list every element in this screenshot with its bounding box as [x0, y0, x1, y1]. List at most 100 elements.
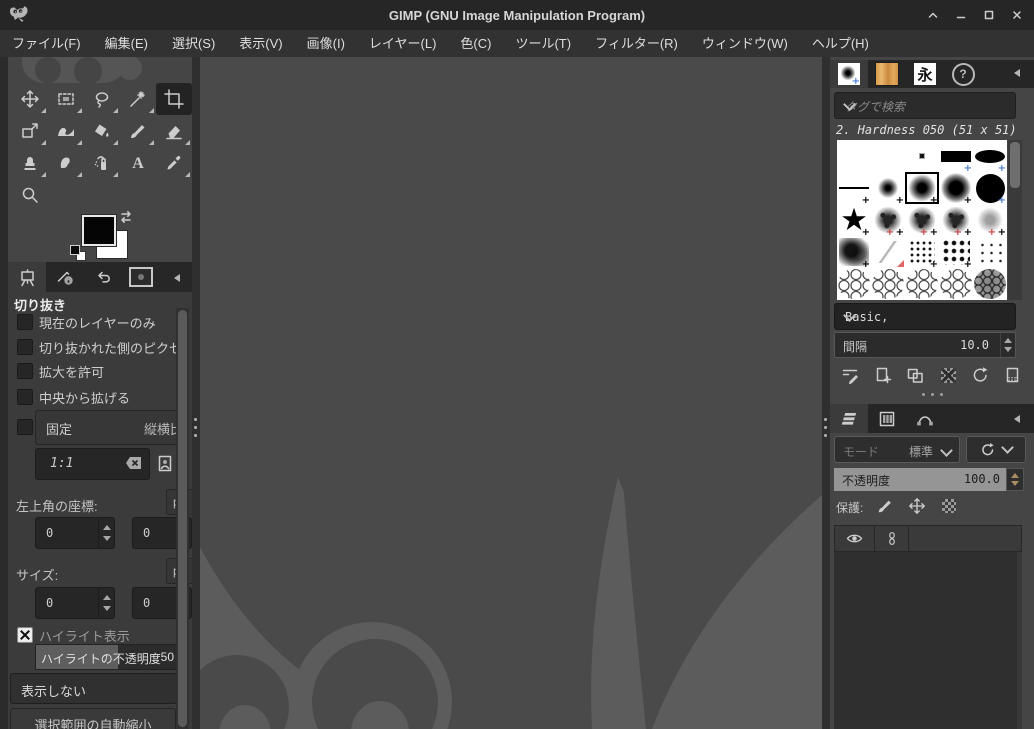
menu-colors[interactable]: 色(C): [448, 30, 503, 57]
option-allow-growing[interactable]: 拡大を許可: [8, 361, 192, 381]
brush-cell[interactable]: [871, 236, 905, 268]
brush-cell[interactable]: +: [871, 172, 905, 206]
brush-cell[interactable]: + +: [871, 204, 905, 238]
lock-alpha-icon[interactable]: [942, 499, 956, 513]
tab-document-history[interactable]: ?: [944, 60, 982, 88]
menu-windows[interactable]: ウィンドウ(W): [690, 30, 800, 57]
option-highlight[interactable]: ハイライト表示: [8, 625, 192, 645]
brush-cell[interactable]: +: [939, 140, 973, 174]
brush-cell[interactable]: [871, 140, 905, 172]
tool-text[interactable]: A: [120, 147, 156, 179]
fixed-aspect-dropdown[interactable]: 固定 縦横比: [35, 410, 179, 445]
tool-smudge[interactable]: [48, 147, 84, 179]
position-x-spinbox[interactable]: 0: [35, 517, 115, 549]
foreground-color-swatch[interactable]: [81, 214, 117, 247]
menu-tools[interactable]: ツール(T): [503, 30, 583, 57]
menu-file[interactable]: ファイル(F): [0, 30, 93, 57]
tool-unified-transform[interactable]: [12, 115, 48, 147]
brush-cell[interactable]: +: [905, 236, 939, 270]
tool-paintbrush[interactable]: [120, 115, 156, 147]
lock-pixels-icon[interactable]: [876, 497, 894, 515]
tool-rectangle-select[interactable]: [48, 83, 84, 115]
tool-eraser[interactable]: [156, 115, 192, 147]
option-expand-from-center[interactable]: 中央から拡げる: [8, 387, 192, 407]
option-current-layer-only[interactable]: 現在のレイヤーのみ: [8, 312, 192, 332]
brush-cell[interactable]: +: [939, 236, 973, 270]
shade-window-icon[interactable]: [926, 8, 940, 22]
layer-opacity-slider[interactable]: 不透明度 100.0: [834, 468, 1006, 491]
brush-cell[interactable]: + +: [939, 204, 973, 238]
tab-layers[interactable]: [830, 404, 868, 433]
tool-bucket-fill[interactable]: [84, 115, 120, 147]
brush-cell[interactable]: +: [837, 236, 871, 270]
refresh-brushes-icon[interactable]: [969, 363, 993, 387]
layers-dock-collapse-icon[interactable]: [1008, 411, 1026, 426]
tab-channels[interactable]: [868, 404, 906, 433]
edit-brush-icon[interactable]: [839, 363, 863, 387]
spinner-arrows[interactable]: [98, 588, 114, 618]
tab-image-thumbnail[interactable]: [122, 262, 160, 292]
tab-fonts[interactable]: 永: [906, 60, 944, 88]
size-width-spinbox[interactable]: 0: [35, 587, 115, 619]
tab-paths[interactable]: [906, 404, 944, 433]
delete-brush-icon[interactable]: [936, 363, 960, 387]
tool-gradient[interactable]: [48, 115, 84, 147]
tab-brushes[interactable]: +: [830, 60, 868, 88]
swap-colors-icon[interactable]: [118, 209, 134, 225]
fixed-checkbox[interactable]: [17, 419, 33, 435]
brush-cell[interactable]: [837, 140, 871, 172]
menu-image[interactable]: 画像(I): [295, 30, 357, 57]
titlebar[interactable]: GIMP (GNU Image Manipulation Program): [0, 0, 1034, 30]
brush-cell[interactable]: +: [837, 204, 871, 238]
highlight-opacity-slider[interactable]: ハイライトの不透明度 50: [35, 644, 178, 670]
opacity-spinner-arrows[interactable]: [1006, 468, 1024, 491]
left-panel-splitter[interactable]: [192, 57, 200, 729]
open-brush-as-image-icon[interactable]: [1001, 363, 1025, 387]
checkbox[interactable]: [17, 363, 33, 379]
menu-layer[interactable]: レイヤー(L): [357, 30, 449, 57]
visibility-column-header[interactable]: [834, 525, 874, 552]
highlight-checkbox-checked[interactable]: [17, 627, 33, 643]
tool-zoom[interactable]: [12, 179, 48, 211]
tool-move[interactable]: [12, 83, 48, 115]
tool-free-select[interactable]: [84, 83, 120, 115]
guides-dropdown[interactable]: 表示しない: [10, 673, 177, 704]
checkbox[interactable]: [17, 314, 33, 330]
link-column-header[interactable]: [874, 525, 908, 552]
auto-shrink-button[interactable]: 選択範囲の自動縮小: [10, 708, 176, 729]
brush-cell[interactable]: [939, 268, 973, 300]
new-brush-icon[interactable]: [871, 363, 895, 387]
clear-entry-icon[interactable]: [125, 456, 143, 470]
left-dock-collapse-icon[interactable]: [168, 270, 186, 285]
dock-resize-handle[interactable]: [830, 393, 1034, 396]
aspect-ratio-entry[interactable]: 1:1: [35, 448, 150, 480]
menu-help[interactable]: ヘルプ(H): [800, 30, 881, 57]
brush-cell[interactable]: [837, 268, 871, 300]
brush-cell-selected[interactable]: +: [905, 172, 939, 206]
brush-grid-scrollbar[interactable]: [1008, 140, 1022, 300]
tab-undo-history[interactable]: [84, 262, 122, 292]
brush-cell[interactable]: [905, 268, 939, 300]
right-panel-splitter[interactable]: [822, 57, 830, 729]
brush-group-dropdown[interactable]: Basic,: [834, 303, 1016, 330]
brush-cell[interactable]: [871, 268, 905, 300]
tool-clone[interactable]: [12, 147, 48, 179]
duplicate-brush-icon[interactable]: [904, 363, 928, 387]
layer-list-empty[interactable]: [834, 552, 1022, 729]
menu-edit[interactable]: 編集(E): [93, 30, 160, 57]
layer-mode-switch-button[interactable]: [966, 436, 1026, 463]
tab-tool-options[interactable]: [8, 262, 46, 292]
option-delete-cropped-pixels[interactable]: 切り抜かれた側のピクセルを削除: [8, 337, 192, 357]
layer-mode-dropdown[interactable]: モード 標準: [834, 436, 960, 463]
menu-view[interactable]: 表示(V): [227, 30, 294, 57]
checkbox[interactable]: [17, 389, 33, 405]
menu-select[interactable]: 選択(S): [160, 30, 227, 57]
tool-fuzzy-select[interactable]: [120, 83, 156, 115]
tool-color-picker[interactable]: [156, 147, 192, 179]
brush-cell[interactable]: + +: [973, 204, 1007, 238]
close-window-icon[interactable]: [1010, 8, 1024, 22]
menu-filters[interactable]: フィルター(R): [583, 30, 690, 57]
spinner-arrows[interactable]: [98, 518, 114, 548]
brush-cell[interactable]: +: [973, 140, 1007, 174]
tool-airbrush[interactable]: [84, 147, 120, 179]
